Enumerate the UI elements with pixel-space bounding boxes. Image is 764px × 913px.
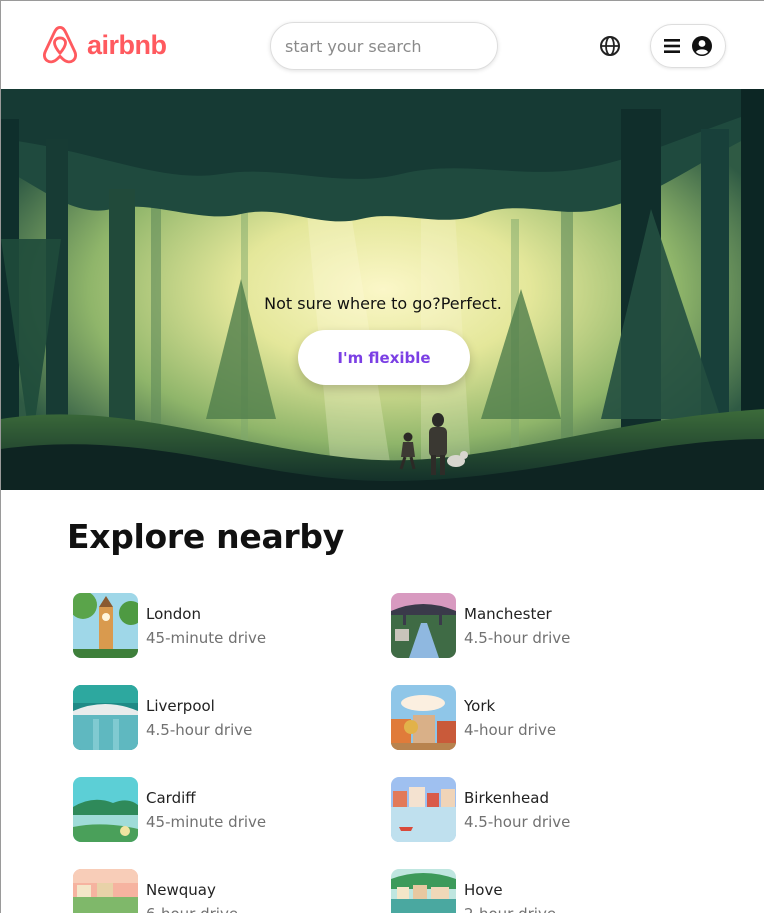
hove-thumbnail <box>391 869 456 913</box>
city-name: Cardiff <box>146 789 196 807</box>
city-name: York <box>464 697 496 715</box>
newquay-thumbnail <box>73 869 138 913</box>
city-name: Liverpool <box>146 697 215 715</box>
city-name: London <box>146 605 201 623</box>
drive-time: 2-hour drive <box>464 904 556 913</box>
nearby-item-cardiff[interactable]: Cardiff 45-minute drive <box>73 777 373 843</box>
hamburger-icon <box>664 39 680 53</box>
globe-icon[interactable] <box>599 35 621 57</box>
hero-banner: Not sure where to go?Perfect. I'm flexib… <box>1 89 764 490</box>
airbnb-belo-icon <box>42 25 78 64</box>
liverpool-thumbnail <box>73 685 138 750</box>
birkenhead-thumbnail <box>391 777 456 842</box>
city-name: Newquay <box>146 881 216 899</box>
drive-time: 45-minute drive <box>146 813 267 831</box>
nearby-item-liverpool[interactable]: Liverpool 4.5-hour drive <box>73 685 373 751</box>
nearby-item-manchester[interactable]: Manchester 4.5-hour drive <box>391 593 691 659</box>
city-name: Manchester <box>464 605 552 623</box>
forest-illustration <box>1 89 764 490</box>
drive-time: 4.5-hour drive <box>146 721 253 739</box>
nearby-item-newquay[interactable]: Newquay 6-hour drive <box>73 869 373 913</box>
drive-time: 4-hour drive <box>464 721 557 739</box>
search-bar[interactable] <box>270 22 498 70</box>
top-nav: airbnb <box>1 1 764 89</box>
user-menu-button[interactable] <box>650 24 726 68</box>
manchester-thumbnail <box>391 593 456 658</box>
im-flexible-button[interactable]: I'm flexible <box>298 330 470 385</box>
nearby-item-birkenhead[interactable]: Birkenhead 4.5-hour drive <box>391 777 691 843</box>
hero-tagline: Not sure where to go?Perfect. <box>264 294 502 313</box>
logo-wordmark: airbnb <box>87 29 167 60</box>
london-thumbnail <box>73 593 138 658</box>
drive-time: 4.5-hour drive <box>464 629 571 647</box>
city-name: Birkenhead <box>464 789 549 807</box>
drive-time: 45-minute drive <box>146 629 267 647</box>
city-name: Hove <box>464 881 503 899</box>
search-input[interactable] <box>285 36 483 56</box>
explore-nearby-heading: Explore nearby <box>67 517 344 556</box>
york-thumbnail <box>391 685 456 750</box>
page: airbnb start your search Not sure where … <box>0 0 764 913</box>
nearby-item-hove[interactable]: Hove 2-hour drive <box>391 869 691 913</box>
drive-time: 4.5-hour drive <box>464 813 571 831</box>
user-avatar-icon <box>692 36 712 56</box>
drive-time: 6-hour drive <box>146 904 238 913</box>
airbnb-logo[interactable]: airbnb <box>41 25 167 65</box>
nearby-item-york[interactable]: York 4-hour drive <box>391 685 691 751</box>
nearby-item-london[interactable]: London 45-minute drive <box>73 593 373 659</box>
cardiff-thumbnail <box>73 777 138 842</box>
